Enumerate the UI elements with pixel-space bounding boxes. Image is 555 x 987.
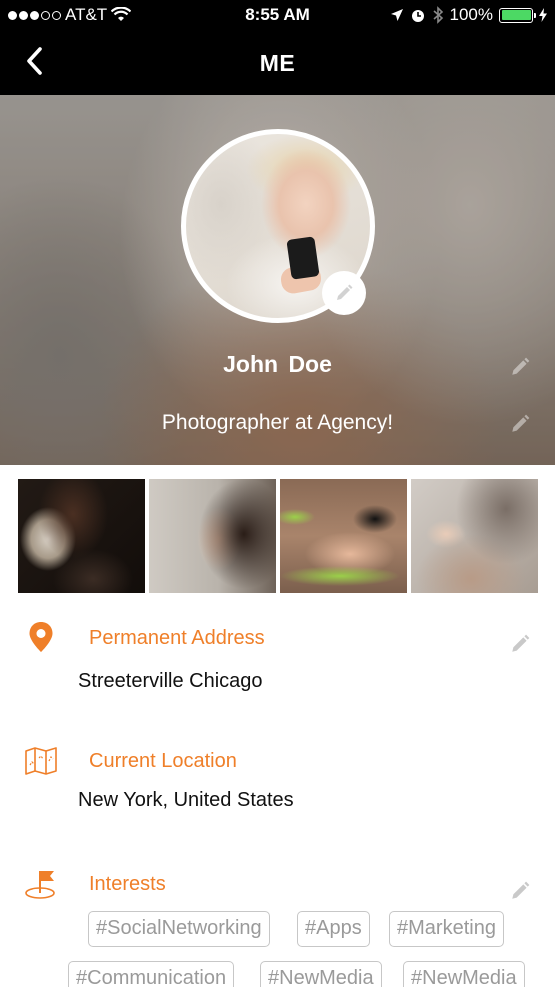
photo-thumbnail[interactable] <box>280 479 407 593</box>
pencil-icon <box>512 634 530 652</box>
pencil-icon <box>512 357 530 375</box>
pencil-icon <box>512 414 530 432</box>
profile-title: Photographer at Agency! <box>161 411 394 434</box>
current-location-label: Current Location <box>89 750 237 772</box>
interests-label: Interests <box>89 873 166 895</box>
location-pin-icon <box>22 618 60 656</box>
interest-tag[interactable]: #SocialNetworking <box>88 911 270 947</box>
flag-icon <box>22 864 60 902</box>
interest-tag[interactable]: #NewMedia <box>260 961 382 987</box>
battery-icon <box>499 7 536 23</box>
location-arrow-icon <box>390 9 403 21</box>
map-icon <box>22 742 60 780</box>
profile-cover: John Doe Photographer at Agency! <box>0 95 555 465</box>
edit-address-button[interactable] <box>509 633 531 655</box>
interest-tag[interactable]: #Communication <box>68 961 235 987</box>
charging-bolt-icon <box>539 8 547 22</box>
avatar-phone <box>286 236 320 280</box>
bluetooth-icon <box>432 6 443 24</box>
pencil-icon <box>337 284 353 300</box>
avatar-edit-button[interactable] <box>322 271 366 315</box>
profile-name: John Doe <box>223 351 332 377</box>
permanent-address-label: Permanent Address <box>89 627 265 649</box>
nav-bar: ME <box>0 30 555 95</box>
status-bar: AT&T 8:55 AM 100% <box>0 0 555 30</box>
edit-name-button[interactable] <box>509 356 531 378</box>
photo-thumbnail[interactable] <box>18 479 145 593</box>
edit-interests-button[interactable] <box>509 880 531 902</box>
interest-tag[interactable]: #Marketing <box>389 911 504 947</box>
photo-thumbnail[interactable] <box>411 479 538 593</box>
current-location-value: New York, United States <box>78 789 294 811</box>
edit-title-button[interactable] <box>509 413 531 435</box>
page-title: ME <box>259 50 296 76</box>
status-right-group: 100% <box>390 5 547 25</box>
interest-tag[interactable]: #Apps <box>297 911 370 947</box>
alarm-icon <box>411 10 424 22</box>
permanent-address-value: Streeterville Chicago <box>78 670 263 692</box>
interest-tag[interactable]: #NewMedia <box>403 961 525 987</box>
battery-percent: 100% <box>449 5 493 24</box>
photo-thumbnail[interactable] <box>149 479 276 593</box>
pencil-icon <box>512 881 530 899</box>
